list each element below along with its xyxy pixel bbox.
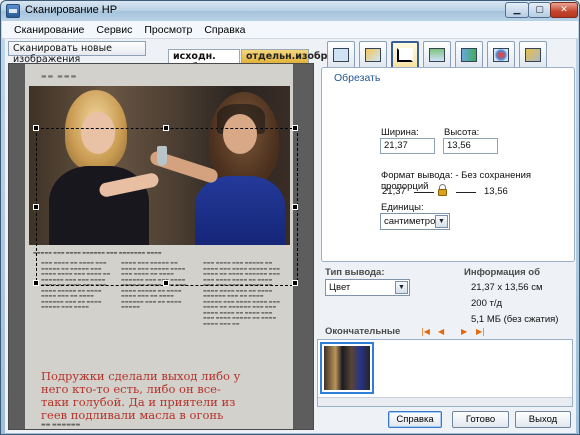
sharpen-tool-button[interactable] — [519, 41, 547, 69]
info-dpi: 200 т/д — [471, 298, 503, 309]
menu-bar: Сканирование Сервис Просмотр Справка — [2, 21, 578, 39]
crop-handle-top-right[interactable] — [292, 125, 298, 131]
rotate-tool-button[interactable] — [455, 41, 483, 69]
ratio-line-left — [414, 192, 434, 193]
scanner-app-icon — [6, 4, 20, 18]
next-page-icon[interactable]: ▶ — [461, 327, 467, 336]
output-type-value: Цвет — [329, 282, 351, 293]
close-button[interactable]: ✕ — [550, 2, 578, 18]
crop-handle-right[interactable] — [292, 204, 298, 210]
scan-preview[interactable]: ▬▬ ▬▬▬ ▬▬▬▬▬ ▬▬▬ ▬▬▬▬ ▬▬▬▬▬▬ ▬▬▬ ▬▬▬▬▬▬▬… — [8, 63, 314, 430]
minimize-button[interactable]: ▁ — [505, 2, 529, 18]
ratio-line-right — [456, 192, 476, 193]
menu-tools[interactable]: Сервис — [90, 21, 138, 38]
maximize-button[interactable]: ▢ — [528, 2, 551, 18]
crop-handle-bottom-right[interactable] — [292, 280, 298, 286]
units-label: Единицы: — [381, 202, 424, 213]
menu-scan[interactable]: Сканирование — [8, 21, 90, 38]
crop-tool-button[interactable] — [391, 41, 419, 69]
exit-button[interactable]: Выход — [515, 411, 571, 428]
menu-help[interactable]: Справка — [198, 21, 251, 38]
width-field[interactable]: 21,37 — [380, 138, 435, 154]
crop-settings-panel: Обрезать Ширина: 21,37 Высота: 13,56 Фор… — [321, 67, 575, 262]
tab-original-image[interactable]: исходн. изобр. — [168, 49, 240, 73]
done-button[interactable]: Готово — [452, 411, 509, 428]
tool-tabs — [327, 41, 547, 69]
crop-handle-bottom[interactable] — [163, 280, 169, 286]
width-label: Ширина: — [381, 127, 419, 138]
horizontal-scrollbar[interactable] — [318, 397, 572, 406]
prev-page-icon[interactable]: ◀ — [438, 327, 444, 336]
crop-icon — [397, 48, 413, 62]
output-format-text: Формат вывода: - Без сохранения пропорци… — [381, 170, 532, 192]
page-footer-decoration: ▬▬ ▬▬▬▬▬▬ — [41, 422, 81, 428]
output-type-label: Тип вывода: — [325, 267, 385, 278]
height-label: Высота: — [444, 127, 480, 138]
ratio-width-value: 21,37 — [382, 186, 406, 197]
scan-settings-tool-button[interactable] — [327, 41, 355, 69]
sharpen-icon — [525, 48, 541, 62]
scan-new-images-button[interactable]: Сканировать новые изображения — [8, 41, 146, 65]
image-adjust-icon — [365, 48, 381, 62]
rotate-icon — [461, 48, 477, 62]
units-select[interactable]: сантиметров ▼ — [380, 213, 450, 230]
chevron-down-icon[interactable]: ▼ — [435, 215, 448, 228]
crop-selection-box[interactable] — [33, 125, 298, 286]
height-field[interactable]: 13,56 — [443, 138, 498, 154]
crop-handle-top[interactable] — [163, 125, 169, 131]
resize-icon — [429, 48, 445, 62]
crop-heading: Обрезать — [334, 72, 381, 84]
menu-view[interactable]: Просмотр — [138, 21, 198, 38]
units-value: сантиметров — [384, 216, 441, 227]
final-image-thumbnail[interactable] — [320, 342, 374, 394]
window-title: Сканирование HP — [25, 4, 118, 16]
info-title: Информация об — [464, 267, 540, 278]
crop-handle-top-left[interactable] — [33, 125, 39, 131]
title-bar[interactable]: Сканирование HP ▁ ▢ ✕ — [1, 1, 579, 21]
color-icon — [493, 48, 509, 62]
client-area: Сканировать новые изображения исходн. из… — [5, 39, 576, 433]
help-button[interactable]: Справка — [388, 411, 442, 428]
chevron-down-icon[interactable]: ▼ — [395, 281, 408, 294]
tab-separate-images[interactable]: отдельн.изобр. — [241, 49, 331, 63]
resize-tool-button[interactable] — [423, 41, 451, 69]
last-page-icon[interactable]: ▶| — [476, 327, 485, 336]
magazine-headline: Подружки сделали выход либо у него кто-т… — [41, 369, 241, 422]
ratio-height-value: 13,56 — [484, 186, 508, 197]
info-size: 21,37 x 13,56 см — [471, 282, 543, 293]
final-images-strip — [317, 339, 573, 407]
crop-handle-left[interactable] — [33, 204, 39, 210]
final-images-label: Окончательные — [325, 326, 401, 337]
aspect-lock-icon[interactable] — [437, 184, 447, 196]
page-header-decoration: ▬▬ ▬▬▬ — [41, 73, 78, 80]
color-tool-button[interactable] — [487, 41, 515, 69]
output-type-select[interactable]: Цвет ▼ — [325, 279, 410, 296]
image-adjust-tool-button[interactable] — [359, 41, 387, 69]
app-window: Сканирование HP ▁ ▢ ✕ Сканирование Серви… — [0, 0, 580, 435]
first-page-icon[interactable]: |◀ — [421, 327, 430, 336]
info-filesize: 5,1 МБ (без сжатия) — [471, 314, 559, 325]
scanner-settings-icon — [333, 48, 349, 62]
crop-handle-bottom-left[interactable] — [33, 280, 39, 286]
